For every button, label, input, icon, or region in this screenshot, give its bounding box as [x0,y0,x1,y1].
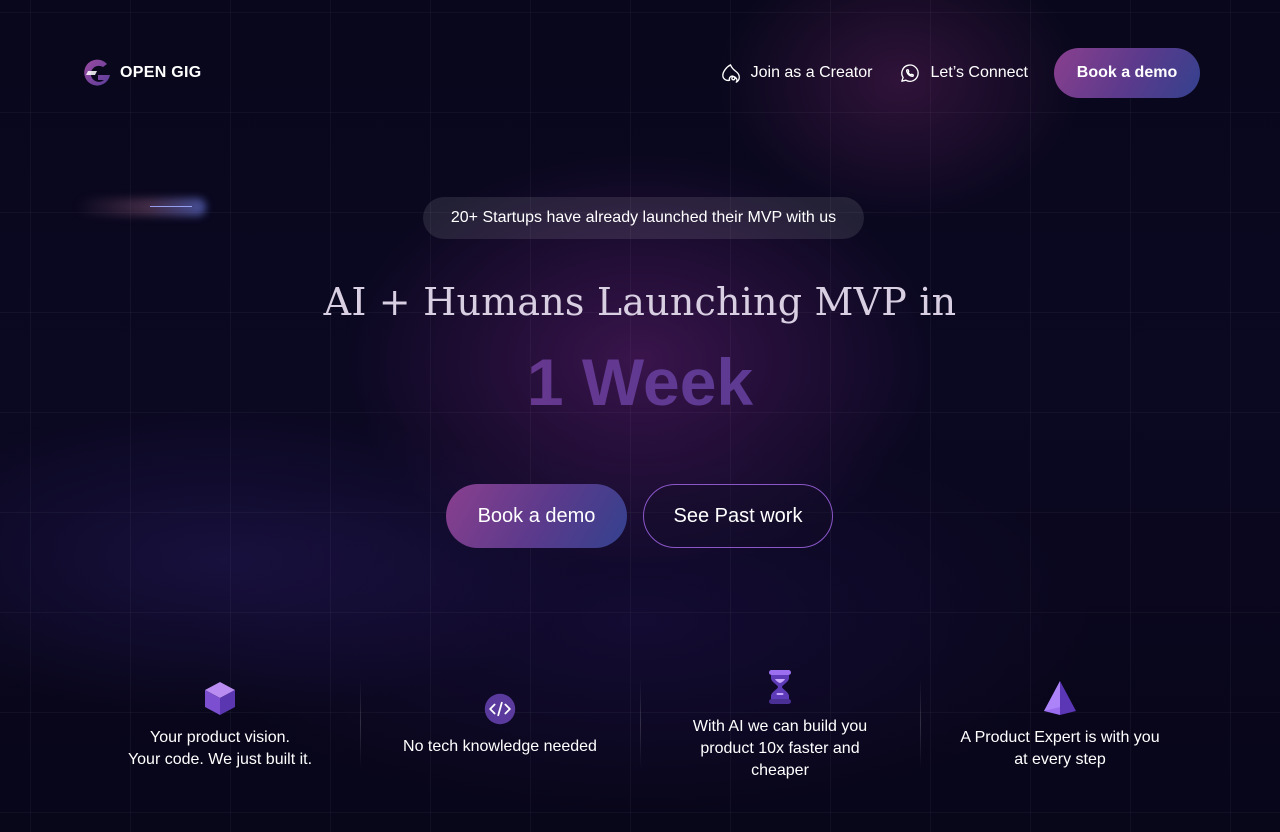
connect-label: Let’s Connect [930,64,1028,81]
cube-icon [205,682,235,715]
hourglass-icon [769,670,791,704]
feature-item: No tech knowledge needed [360,660,640,790]
book-demo-button[interactable]: Book a demo [446,484,627,548]
join-creator-link[interactable]: Join as a Creator [719,62,873,85]
whatsapp-icon [901,63,920,82]
connect-link[interactable]: Let’s Connect [898,62,1028,85]
feature-text: Your product vision. Your code. We just … [127,729,313,768]
open-gig-logo-icon [84,59,110,86]
logo[interactable]: OPEN GIG [80,56,202,90]
hero-accent-text: 1 Week [0,340,1280,424]
light-streak-line [150,206,192,207]
code-icon [484,693,516,725]
light-streak [76,198,206,216]
brush-icon [721,63,740,83]
startups-badge: 20+ Startups have already launched their… [423,197,864,239]
feature-text: No tech knowledge needed [403,738,597,755]
hero-title: AI + Humans Launching MVP in [323,280,957,324]
hero-cta-row: Book a demo See Past work [446,484,833,548]
feature-item: With AI we can build you product 10x fas… [640,660,920,790]
feature-item: A Product Expert is with you at every st… [920,660,1200,790]
header-book-demo-button[interactable]: Book a demo [1054,48,1200,98]
see-past-work-button[interactable]: See Past work [643,484,833,548]
feature-text: With AI we can build you product 10x fas… [692,718,868,779]
pyramid-icon [1044,681,1076,715]
top-nav: Join as a Creator Let’s Connect Book a d… [719,48,1200,98]
features-row: Your product vision. Your code. We just … [80,660,1200,790]
feature-text: A Product Expert is with you at every st… [960,729,1160,768]
feature-item: Your product vision. Your code. We just … [80,660,360,790]
logo-text: OPEN GIG [120,64,202,81]
site-header: OPEN GIG Join as a Creator Let’s Connect… [80,48,1200,98]
join-creator-label: Join as a Creator [750,64,873,81]
